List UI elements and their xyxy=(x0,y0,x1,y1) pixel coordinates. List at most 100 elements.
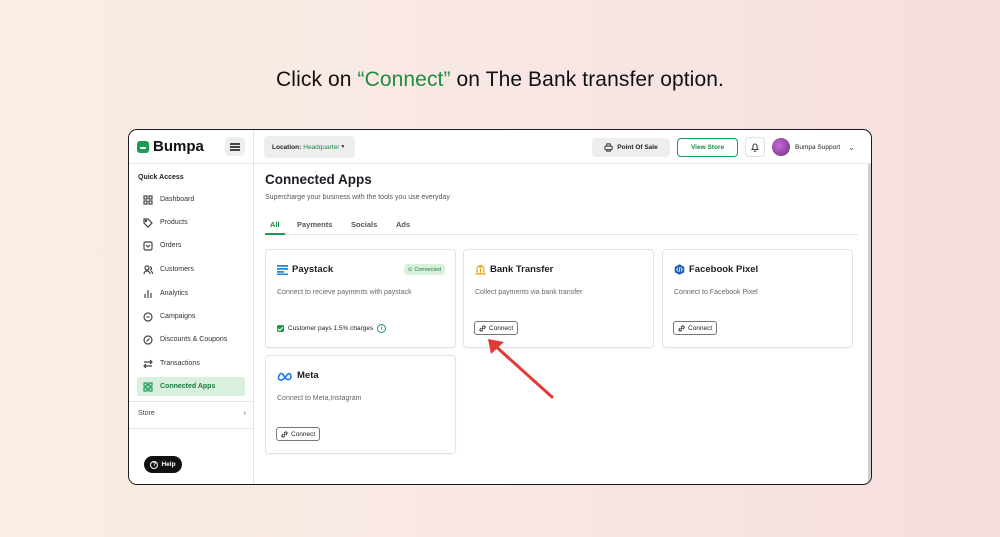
divider xyxy=(129,401,254,402)
app-name: Meta xyxy=(297,370,319,381)
tab-all[interactable]: All xyxy=(270,220,280,229)
sidebar-item-connected-apps[interactable]: Connected Apps xyxy=(137,377,245,396)
app-name: Paystack xyxy=(292,264,334,275)
sidebar-item-label: Discounts & Coupons xyxy=(160,336,228,343)
sidebar-item-label: Dashboard xyxy=(160,196,195,203)
app-window: Bumpa Quick Access Dashboard Products Or… xyxy=(128,129,872,485)
app-card-title: Facebook Pixel xyxy=(674,264,758,275)
inbox-icon xyxy=(143,240,153,251)
check-circle-icon: ⊙ xyxy=(407,266,413,273)
connect-label: Connect xyxy=(291,430,316,438)
headline-text-end: on The Bank transfer option. xyxy=(450,68,724,91)
link-icon xyxy=(479,324,486,332)
brand-logo[interactable]: Bumpa xyxy=(137,138,204,155)
hamburger-icon-line xyxy=(230,146,240,148)
page-title: Connected Apps xyxy=(265,172,372,187)
bell-icon xyxy=(750,143,760,152)
app-description: Connect to Meta,Instagram xyxy=(277,395,362,402)
sidebar-item-label: Transactions xyxy=(160,360,200,367)
user-name: Bumpa Support xyxy=(795,143,841,151)
checkbox-checked-icon[interactable] xyxy=(277,325,284,332)
tag-icon xyxy=(143,217,153,228)
sidebar-item-analytics[interactable]: Analytics xyxy=(137,284,245,303)
help-button[interactable]: ? Help xyxy=(144,456,182,473)
sidebar-item-campaigns[interactable]: Campaigns xyxy=(137,307,245,326)
bank-icon xyxy=(475,264,486,275)
app-card-paystack: Paystack ⊙ Connected Connect to recieve … xyxy=(265,249,456,348)
menu-toggle-button[interactable] xyxy=(225,137,245,156)
meta-connect-button[interactable]: Connect xyxy=(276,427,321,441)
sidebar-item-transactions[interactable]: Transactions xyxy=(137,354,245,373)
sidebar-item-products[interactable]: Products xyxy=(137,213,245,232)
point-of-sale-label: Point Of Sale xyxy=(617,144,658,151)
sidebar-item-label: Campaigns xyxy=(160,313,196,320)
sidebar-item-label: Analytics xyxy=(160,290,189,297)
headline-accent: “Connect” xyxy=(357,68,451,91)
charges-label: Customer pays 1.5% charges xyxy=(288,325,374,332)
chevron-down-icon: ⌄ xyxy=(848,142,855,152)
divider xyxy=(129,428,254,429)
logo-row: Bumpa xyxy=(129,130,253,164)
facebook-pixel-connect-button[interactable]: Connect xyxy=(673,321,718,335)
chat-icon xyxy=(143,311,153,322)
link-icon xyxy=(281,430,288,438)
caret-down-icon: ▼ xyxy=(340,144,346,150)
app-card-title: Bank Transfer xyxy=(475,264,553,275)
app-description: Connect to recieve payments with paystac… xyxy=(277,289,412,296)
app-card-facebook-pixel: Facebook Pixel Connect to Facebook Pixel… xyxy=(662,249,853,348)
app-card-title: Paystack xyxy=(277,264,333,275)
point-of-sale-button[interactable]: Point Of Sale xyxy=(592,138,670,157)
notifications-button[interactable] xyxy=(745,137,765,157)
sidebar: Bumpa Quick Access Dashboard Products Or… xyxy=(129,130,254,484)
tab-ads[interactable]: Ads xyxy=(396,220,410,229)
active-tab-indicator xyxy=(265,233,285,235)
printer-icon xyxy=(604,143,613,152)
sidebar-item-dashboard[interactable]: Dashboard xyxy=(137,190,245,209)
sidebar-item-customers[interactable]: Customers xyxy=(137,260,245,279)
location-label: Location: xyxy=(272,143,302,151)
app-description: Collect payments via bank transfer xyxy=(475,289,583,296)
sidebar-item-store[interactable]: Store › xyxy=(138,410,246,417)
sidebar-item-label: Orders xyxy=(160,242,182,249)
sidebar-item-discounts-coupons[interactable]: Discounts & Coupons xyxy=(137,330,245,349)
question-icon: ? xyxy=(150,460,159,469)
tab-bar: All Payments Socials Ads xyxy=(265,216,858,235)
app-name: Bank Transfer xyxy=(490,264,554,275)
connect-label: Connect xyxy=(688,324,713,332)
discount-icon xyxy=(143,334,153,345)
sidebar-item-label: Connected Apps xyxy=(160,383,216,390)
pointer-arrow xyxy=(488,339,554,399)
quick-access-title: Quick Access xyxy=(138,174,184,181)
store-label: Store xyxy=(138,410,155,417)
brand-name: Bumpa xyxy=(153,138,204,155)
avatar xyxy=(772,138,790,156)
tab-socials[interactable]: Socials xyxy=(351,220,377,229)
meta-logo-icon xyxy=(277,372,292,381)
app-name: Facebook Pixel xyxy=(689,264,759,275)
bumpa-logo-icon xyxy=(137,140,149,153)
apps-icon xyxy=(143,381,153,392)
hamburger-icon-line xyxy=(230,149,240,151)
grid-icon xyxy=(143,194,153,205)
app-description: Connect to Facebook Pixel xyxy=(674,289,758,296)
view-store-button[interactable]: View Store xyxy=(677,138,738,157)
scrollbar[interactable] xyxy=(868,164,871,484)
sidebar-item-orders[interactable]: Orders xyxy=(137,236,245,255)
headline-text-start: Click on xyxy=(276,68,358,91)
location-selector[interactable]: Location: Headquarter ▼ xyxy=(264,136,355,158)
customer-charges-option[interactable]: Customer pays 1.5% charges i xyxy=(277,324,387,333)
paystack-logo-icon xyxy=(277,265,288,275)
status-badge: ⊙ Connected xyxy=(403,264,445,275)
user-menu[interactable]: Bumpa Support ⌄ xyxy=(772,138,855,156)
sidebar-item-label: Customers xyxy=(160,266,194,273)
transfer-icon xyxy=(143,359,153,368)
bar-chart-icon xyxy=(144,289,152,298)
status-label: Connected xyxy=(414,266,441,273)
info-icon[interactable]: i xyxy=(377,324,387,333)
tab-payments[interactable]: Payments xyxy=(297,220,332,229)
location-value: Headquarter xyxy=(303,143,340,151)
chevron-right-icon: › xyxy=(243,410,246,417)
app-card-title: Meta xyxy=(277,370,319,381)
instruction-headline: Click on “Connect” on The Bank transfer … xyxy=(0,68,1000,92)
hamburger-icon xyxy=(230,143,240,145)
